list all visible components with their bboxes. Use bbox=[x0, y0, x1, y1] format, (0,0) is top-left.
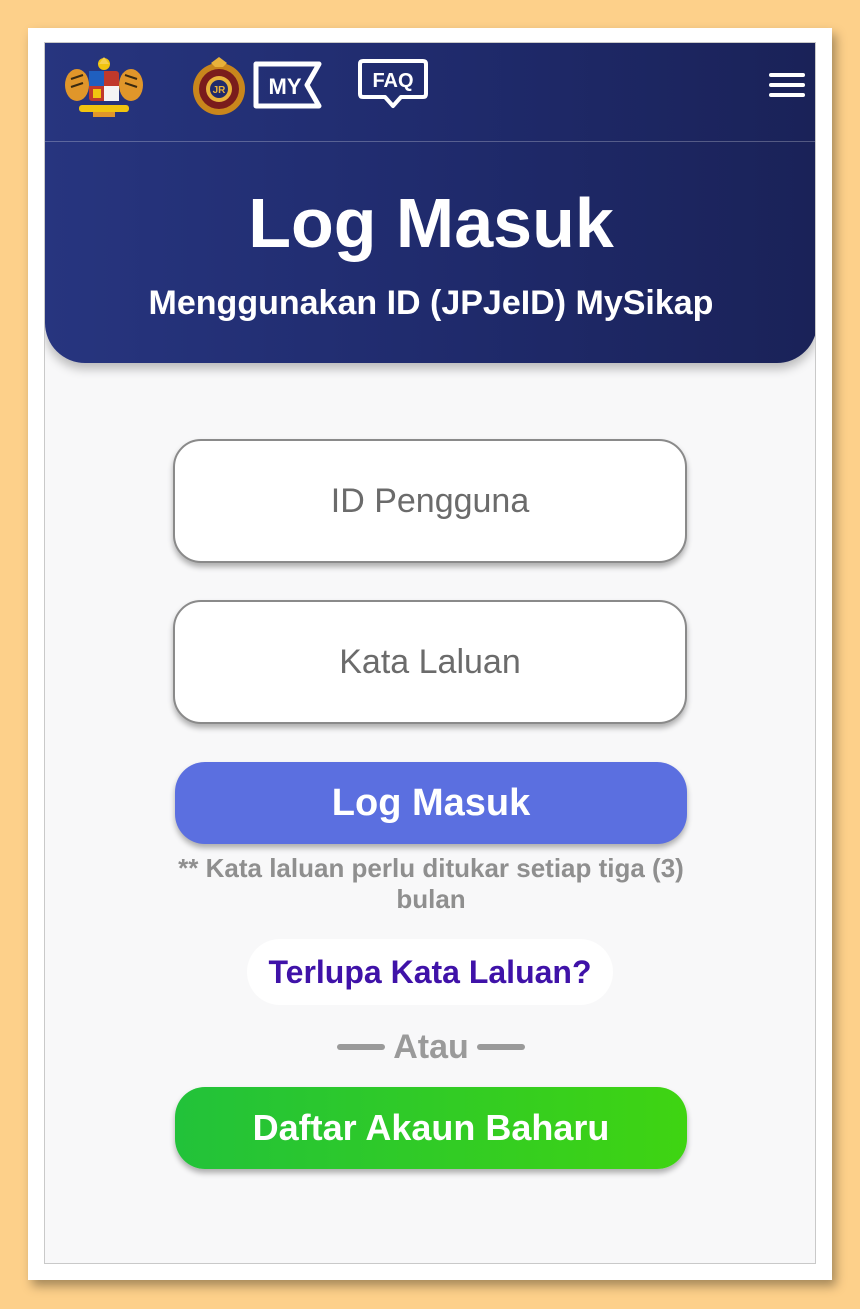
jpj-emblem-icon: JR bbox=[193, 57, 245, 115]
crest-icon bbox=[65, 57, 143, 117]
register-button[interactable]: Daftar Akaun Baharu bbox=[175, 1087, 687, 1169]
forgot-password-link[interactable]: Terlupa Kata Laluan? bbox=[247, 939, 613, 1005]
svg-text:JR: JR bbox=[213, 85, 227, 96]
divider-line-right bbox=[476, 1044, 525, 1050]
or-divider: Atau bbox=[45, 1027, 815, 1067]
svg-text:FAQ: FAQ bbox=[372, 70, 413, 92]
header-banner: JR MY FAQ Log Masuk Menggunakan ID (JPJe… bbox=[45, 43, 815, 363]
divider-line-left bbox=[337, 1044, 386, 1050]
login-button[interactable]: Log Masuk bbox=[175, 762, 687, 844]
top-bar: JR MY FAQ bbox=[45, 43, 815, 142]
login-screen: JR MY FAQ Log Masuk Menggunakan ID (JPJe… bbox=[44, 42, 816, 1264]
page-title: Log Masuk bbox=[248, 184, 614, 262]
faq-icon[interactable]: FAQ bbox=[357, 58, 429, 110]
svg-text:MY: MY bbox=[269, 74, 302, 99]
username-input[interactable] bbox=[173, 439, 687, 563]
page-subtitle: Menggunakan ID (JPJeID) MySikap bbox=[148, 284, 714, 322]
hamburger-menu-icon[interactable] bbox=[767, 67, 807, 103]
password-note: ** Kata laluan perlu ditukar setiap tiga… bbox=[178, 853, 684, 914]
my-icon[interactable]: MY bbox=[253, 61, 325, 109]
divider-text: Atau bbox=[393, 1027, 469, 1066]
password-input[interactable] bbox=[173, 600, 687, 724]
